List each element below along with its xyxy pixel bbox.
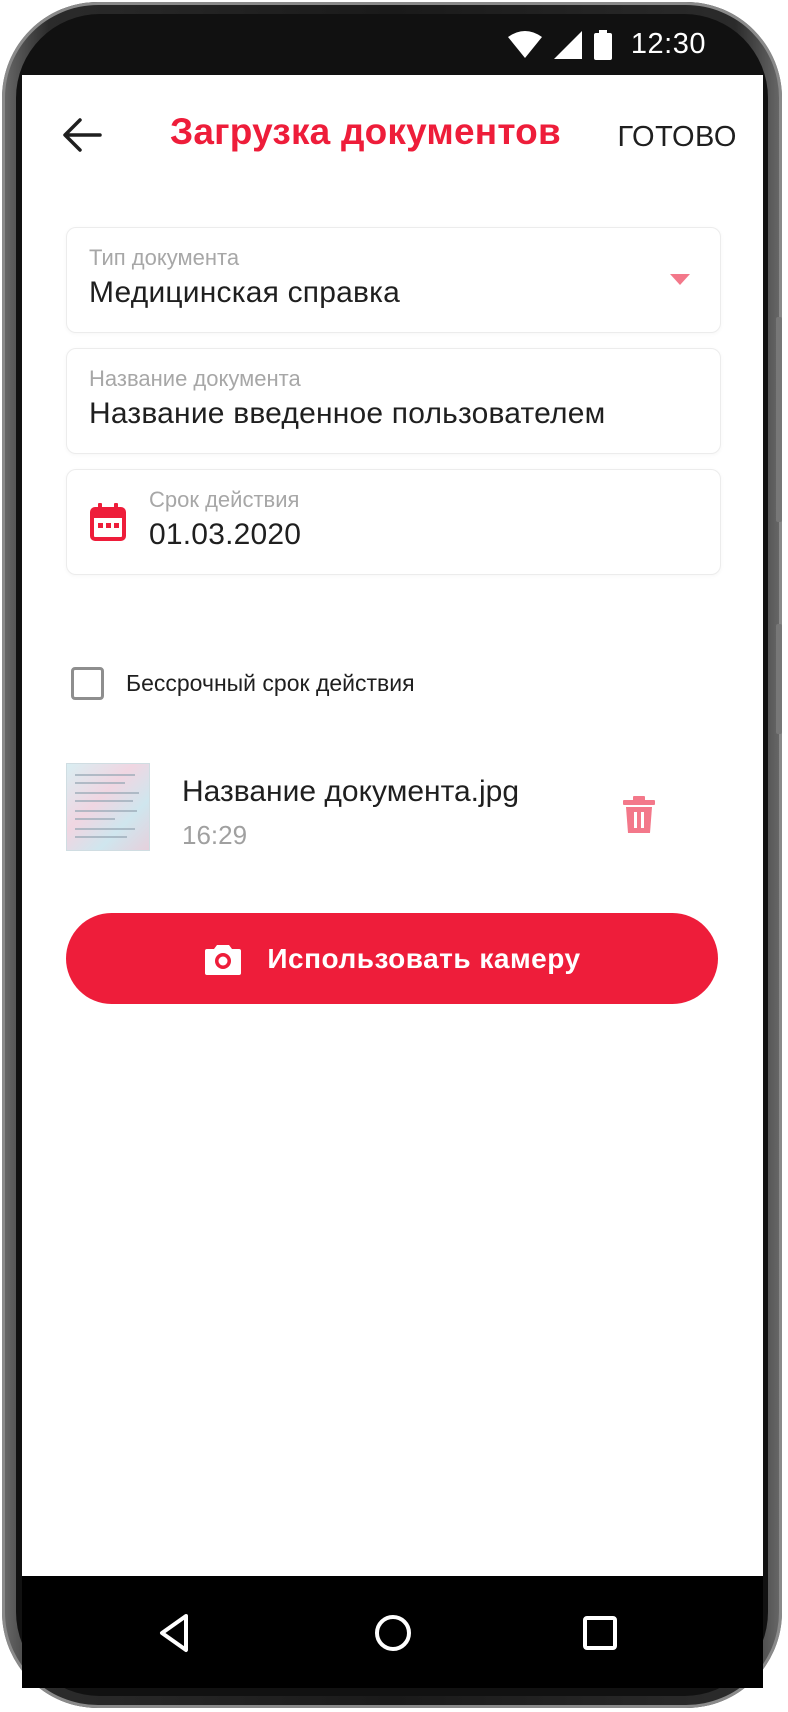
nav-recents-icon[interactable] — [577, 1610, 623, 1656]
doc-type-select[interactable]: Тип документа Медицинская справка — [66, 227, 721, 333]
validity-date-field[interactable]: Срок действия 01.03.2020 — [66, 469, 721, 575]
calendar-icon[interactable] — [89, 502, 127, 542]
status-time: 12:30 — [630, 28, 706, 60]
nav-back-icon[interactable] — [152, 1610, 198, 1656]
indefinite-checkbox-label: Бессрочный срок действия — [126, 669, 415, 696]
document-thumbnail[interactable] — [66, 763, 150, 851]
validity-label: Срок действия — [149, 487, 300, 512]
attachment-file-name: Название документа.jpg — [182, 775, 520, 808]
camera-icon — [205, 944, 242, 975]
use-camera-button[interactable]: Использовать камеру — [66, 913, 718, 1004]
status-bar: 12:30 — [20, 18, 762, 74]
volume-button — [776, 317, 782, 522]
doc-name-field[interactable]: Название документа Название введенное по… — [66, 348, 721, 454]
use-camera-label: Использовать камеру — [267, 942, 581, 974]
doc-name-value[interactable]: Название введенное пользователем — [89, 397, 605, 431]
doc-type-value: Медицинская справка — [89, 276, 400, 309]
battery-icon — [594, 30, 612, 60]
system-nav-bar — [22, 1576, 763, 1688]
trash-icon[interactable] — [619, 795, 659, 835]
power-button — [776, 624, 782, 734]
back-arrow-icon[interactable] — [60, 113, 104, 157]
doc-type-label: Тип документа — [89, 245, 240, 270]
wifi-icon — [508, 31, 542, 58]
nav-home-icon[interactable] — [370, 1610, 416, 1656]
app-screen: Загрузка документов ГОТОВО Тип документа… — [22, 75, 763, 1576]
attachment-time: 16:29 — [182, 820, 248, 850]
indefinite-checkbox[interactable] — [71, 666, 104, 700]
indefinite-checkbox-row[interactable]: Бессрочный срок действия — [71, 660, 415, 706]
page-title: Загрузка документов — [170, 111, 561, 152]
signal-icon — [554, 31, 582, 59]
validity-value[interactable]: 01.03.2020 — [149, 518, 301, 552]
doc-name-label: Название документа — [89, 366, 301, 391]
done-button[interactable]: ГОТОВО — [617, 121, 737, 154]
dropdown-arrow-icon[interactable] — [670, 274, 690, 286]
status-icons — [508, 30, 612, 60]
